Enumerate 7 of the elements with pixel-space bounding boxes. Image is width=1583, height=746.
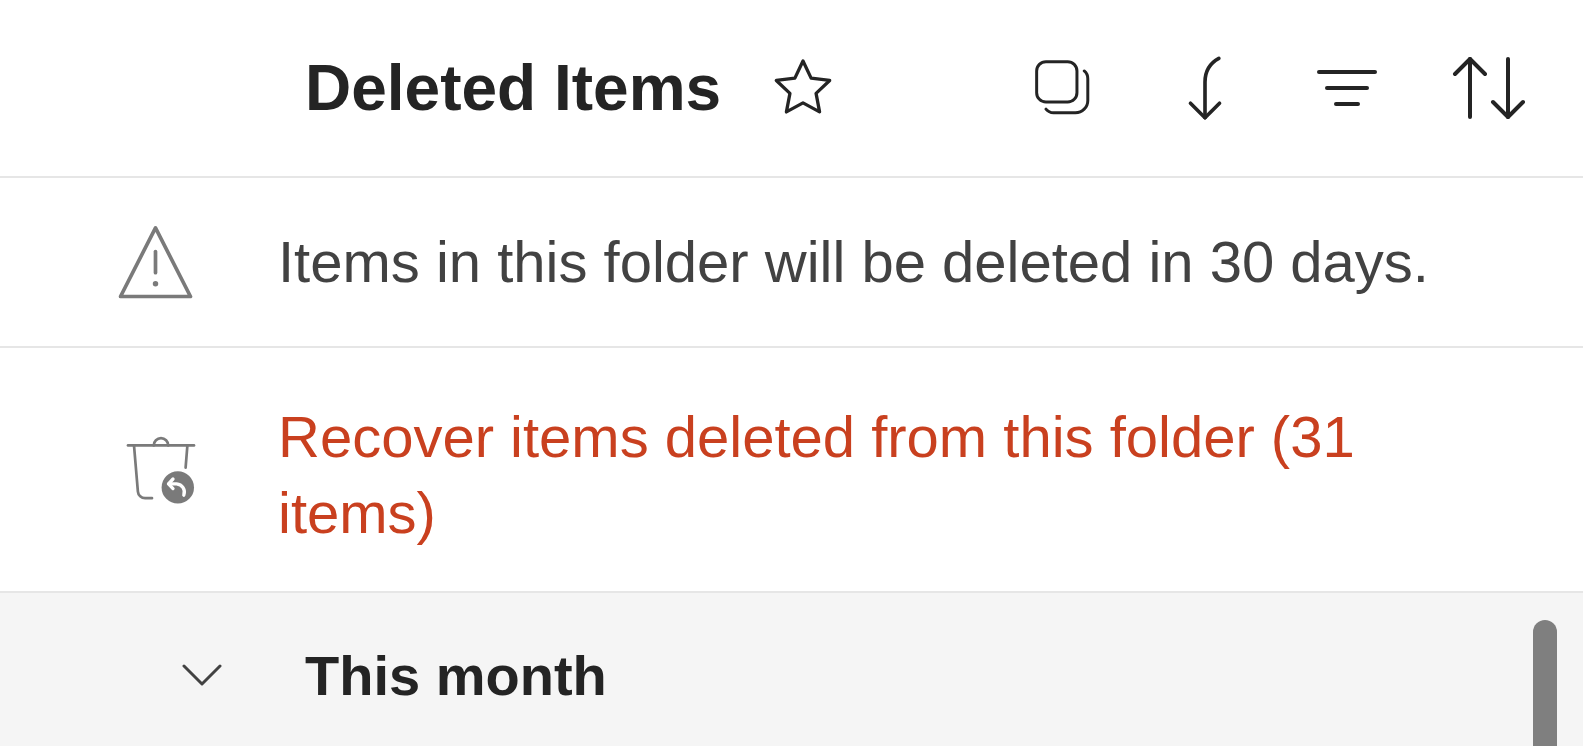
recover-link[interactable]: Recover items deleted from this folder (31 items) [278,398,1408,551]
folder-title: Deleted Items [305,50,722,126]
scrollbar-thumb[interactable] [1533,620,1557,746]
filter-icon [1317,69,1377,107]
notice-text: Items in this folder will be deleted in 30 days. [278,228,1429,297]
group-header[interactable]: This month [0,593,1583,746]
warning-icon [117,223,194,301]
